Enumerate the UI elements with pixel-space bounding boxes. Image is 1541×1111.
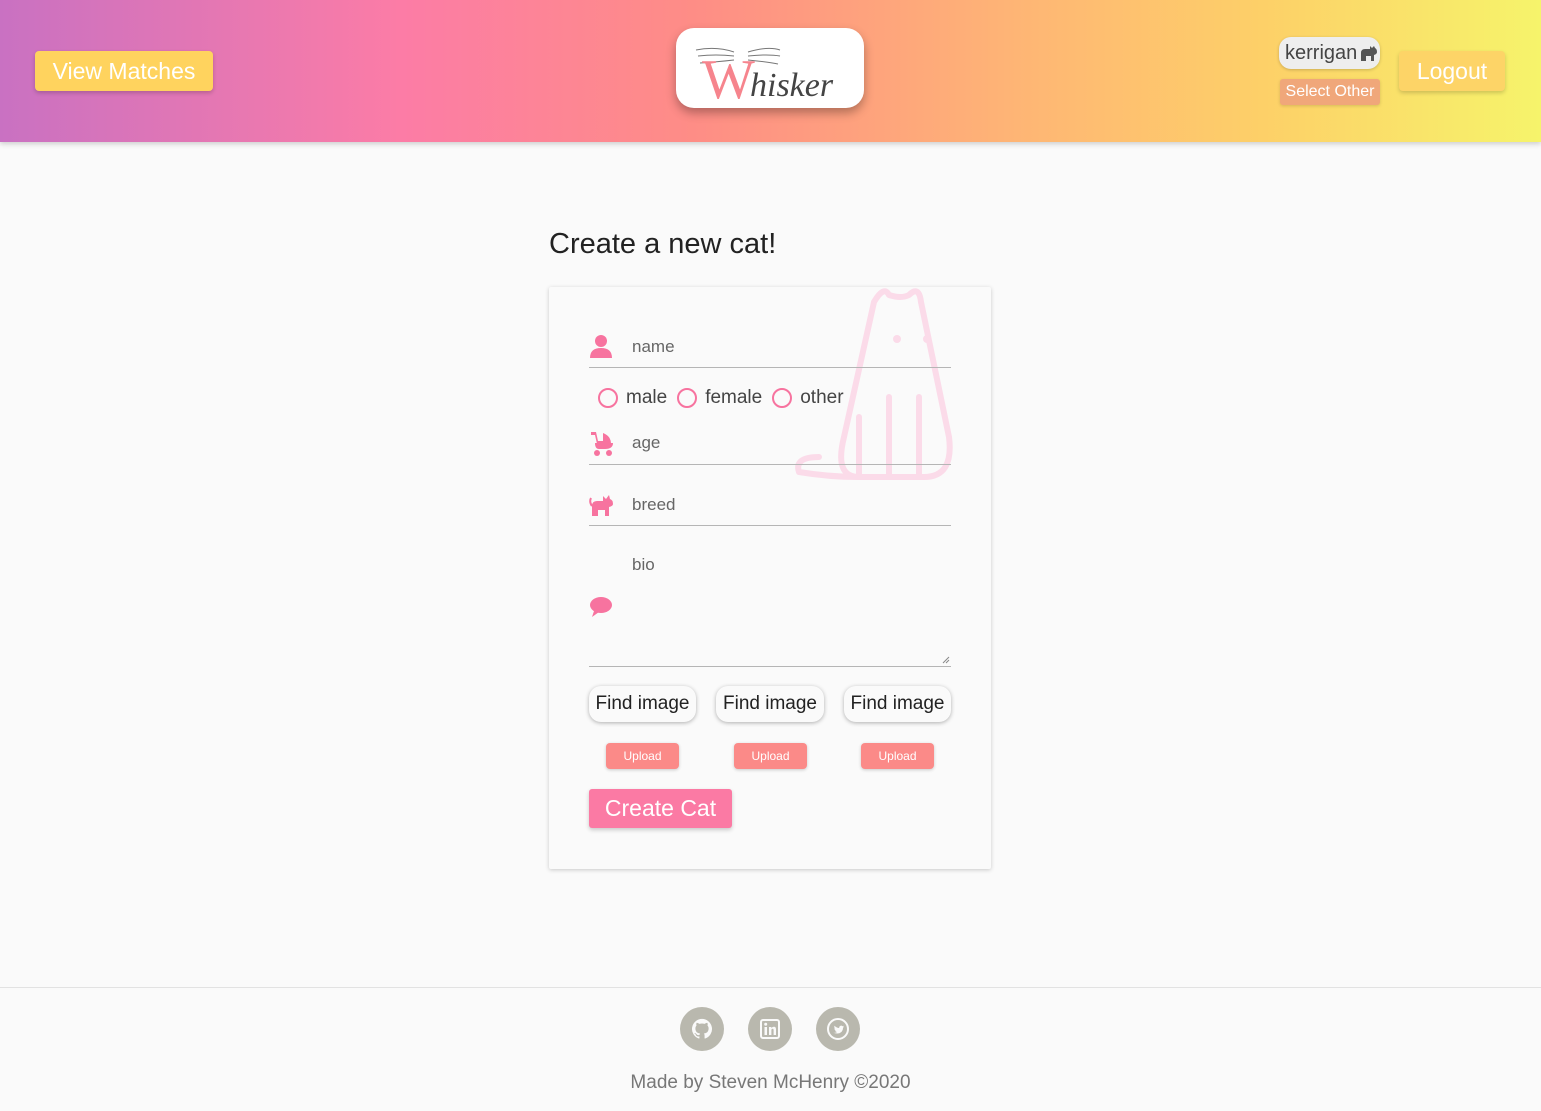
whisker-logo[interactable]: W hisker [676, 28, 864, 108]
find-image-button-3[interactable]: Find image [844, 686, 951, 722]
logout-button[interactable]: Logout [1399, 51, 1505, 91]
age-field [589, 425, 951, 465]
radio-button[interactable] [772, 388, 793, 408]
radio-label: male [626, 387, 668, 408]
radio-label: female [705, 387, 763, 408]
name-field [589, 325, 951, 368]
svg-text:W: W [702, 49, 755, 108]
breed-field [589, 486, 951, 526]
gender-option-female[interactable]: female [677, 387, 762, 409]
view-matches-button[interactable]: View Matches [35, 51, 213, 91]
speech-bubble-icon [590, 597, 612, 617]
cat-icon [1361, 46, 1378, 61]
select-other-cat-button[interactable]: Select Other [1280, 79, 1380, 105]
cat-icon [589, 495, 613, 516]
linkedin-icon[interactable] [748, 1007, 792, 1051]
radio-label: other [800, 387, 844, 408]
gender-option-other[interactable]: other [772, 387, 844, 409]
upload-button-3[interactable]: Upload [861, 743, 934, 769]
person-icon [590, 335, 612, 358]
linkedin-glyph-icon [760, 1019, 780, 1039]
twitter-icon[interactable] [816, 1007, 860, 1051]
age-input[interactable] [632, 433, 932, 453]
create-cat-button[interactable]: Create Cat [589, 789, 732, 828]
footer: Made by Steven McHenry ©2020 [0, 987, 1541, 1111]
top-nav-bar: View Matches W hisker kerrigan Select Ot… [0, 0, 1541, 142]
bio-textarea[interactable] [632, 555, 932, 660]
footer-credit: Made by Steven McHenry ©2020 [630, 1072, 911, 1093]
breed-input[interactable] [632, 495, 932, 515]
resize-handle-icon[interactable] [942, 656, 950, 664]
baby-carriage-icon [591, 432, 613, 456]
radio-button[interactable] [598, 388, 618, 408]
page-title: Create a new cat! [549, 228, 777, 260]
gender-option-male[interactable]: male [598, 387, 667, 409]
current-cat-name: kerrigan [1285, 41, 1358, 64]
upload-button-2[interactable]: Upload [734, 743, 807, 769]
current-cat-chip[interactable]: kerrigan [1279, 37, 1380, 69]
find-image-button-2[interactable]: Find image [716, 686, 824, 722]
bio-field [589, 545, 951, 667]
svg-text:hisker: hisker [750, 67, 834, 104]
github-icon[interactable] [680, 1007, 724, 1051]
name-input[interactable] [632, 337, 932, 357]
gender-radio-group: male female other [598, 386, 854, 410]
find-image-button-1[interactable]: Find image [589, 686, 696, 722]
logo-whiskers-graphic: W hisker [695, 47, 834, 108]
radio-button[interactable] [677, 388, 698, 408]
upload-button-1[interactable]: Upload [606, 743, 679, 769]
create-cat-form: male female other [549, 287, 991, 869]
github-glyph-icon [691, 1018, 713, 1039]
twitter-glyph-icon [827, 1018, 849, 1040]
